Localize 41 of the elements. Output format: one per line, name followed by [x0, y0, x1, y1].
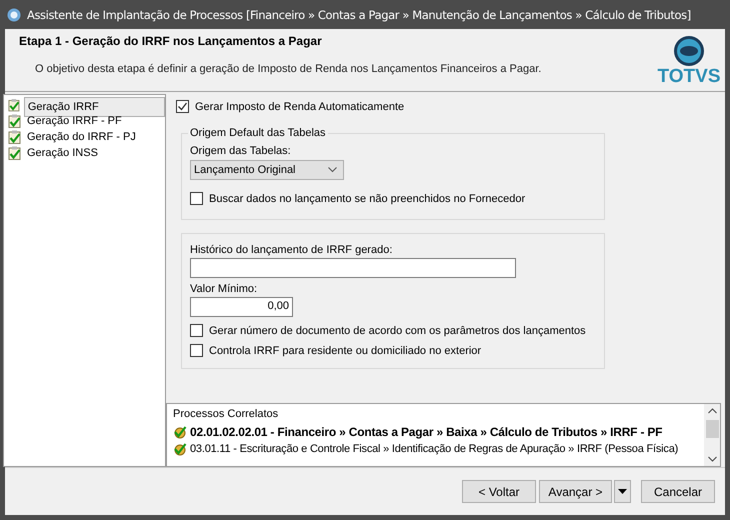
origin-dropdown[interactable]: Lançamento Original — [190, 160, 344, 180]
app-icon — [7, 8, 21, 22]
group-title: Origem Default das Tabelas — [189, 127, 327, 139]
caret-down-icon — [618, 489, 627, 494]
minimum-value-input[interactable]: 0,00 — [190, 297, 293, 317]
step-item[interactable]: Geração IRRF — [24, 96, 165, 116]
panel-title: Processos Correlatos — [173, 408, 280, 420]
process-link[interactable]: 02.01.02.02.01 - Financeiro » Contas a Pagar » Baixa » Cálculo de Tributos » IRRF - PF — [190, 424, 662, 438]
checkbox[interactable] — [176, 100, 189, 113]
checkbox[interactable] — [190, 324, 203, 337]
checkbox-label: Gerar Imposto de Renda Automaticamente — [195, 100, 404, 112]
checkbox-label: Buscar dados no lançamento se não preenchidos no Fornecedor — [209, 192, 526, 204]
cancel-button[interactable]: Cancelar — [641, 480, 715, 503]
field-label: Histórico do lançamento de IRRF gerado: — [190, 244, 394, 256]
step-title: Etapa 1 - Geração do IRRF nos Lançamentos a Pagar — [19, 34, 323, 48]
step-item[interactable]: Geração do IRRF - PJ — [25, 131, 138, 143]
field-label: Origem das Tabelas: — [190, 145, 292, 157]
step-item[interactable]: Geração IRRF - PF — [25, 115, 124, 127]
process-link[interactable]: 03.01.11 - Escrituração e Controle Fiscal » Identificação de Regras de Apuração » IRRF (Pessoa Física) — [190, 442, 678, 454]
checkbox[interactable] — [190, 344, 203, 357]
checked-clipboard-icon — [8, 114, 21, 128]
checkbox[interactable] — [190, 192, 203, 205]
window-title: Assistente de Implantação de Processos [Financeiro » Contas a Pagar » Manutenção de Lançamentos » Cálculo de Tributos] — [27, 8, 691, 22]
checked-clipboard-icon — [8, 98, 20, 112]
chevron-down-icon — [328, 167, 337, 173]
dropdown-button[interactable] — [614, 480, 631, 503]
logo-text: TOTVS — [658, 67, 720, 87]
next-button[interactable]: Avançar > — [539, 480, 612, 503]
scrollbar[interactable] — [704, 404, 720, 466]
back-button[interactable]: < Voltar — [462, 480, 536, 503]
field-label: Valor Mínimo: — [190, 283, 258, 295]
history-input[interactable] — [190, 258, 516, 278]
checkbox-label: Gerar número de documento de acordo com os parâmetros dos lançamentos — [209, 324, 586, 336]
checkbox-label: Controla IRRF para residente ou domiciliado no exterior — [209, 344, 482, 356]
checked-clipboard-icon — [8, 146, 21, 160]
step-item[interactable]: Geração INSS — [25, 147, 100, 159]
logo-icon — [673, 35, 705, 67]
checked-clipboard-icon — [8, 130, 21, 144]
step-description: O objetivo desta etapa é definir a geração de Imposto de Renda nos Lançamentos Financeiros a Pagar. — [34, 63, 542, 75]
chevron-up-icon[interactable] — [708, 408, 716, 414]
chevron-down-icon[interactable] — [708, 456, 716, 462]
